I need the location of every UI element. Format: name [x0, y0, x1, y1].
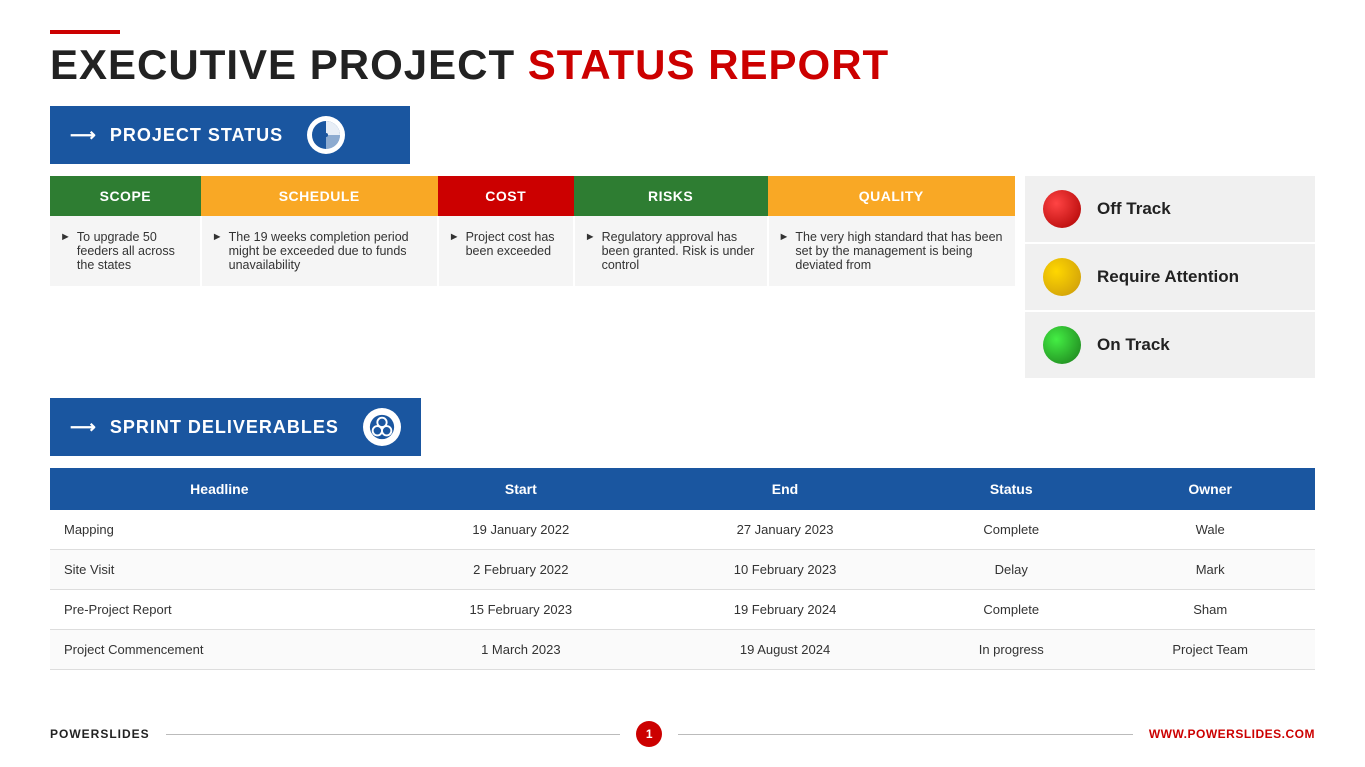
title-bar: EXECUTIVE PROJECT STATUS REPORT [50, 30, 1315, 88]
status-table-wrap: SCOPE SCHEDULE COST RISKS QUALITY ► [50, 176, 1015, 378]
page-title: EXECUTIVE PROJECT STATUS REPORT [50, 42, 1315, 88]
col-end: End [653, 468, 917, 510]
bullet-arrow-icon: ► [60, 231, 71, 243]
row2-status: Delay [917, 550, 1105, 590]
table-row: Project Commencement 1 March 2023 19 Aug… [50, 630, 1315, 670]
row2-owner: Mark [1105, 550, 1315, 590]
col-cost: COST [438, 176, 574, 216]
row2-headline: Site Visit [50, 550, 389, 590]
bullet-arrow-quality-icon: ► [779, 231, 790, 243]
row1-status: Complete [917, 510, 1105, 550]
footer-line-left [166, 734, 621, 735]
deliverables-table: Headline Start End Status Owner Mapping … [50, 468, 1315, 670]
row4-owner: Project Team [1105, 630, 1315, 670]
table-row: Pre-Project Report 15 February 2023 19 F… [50, 590, 1315, 630]
footer-page-number: 1 [636, 721, 662, 747]
scope-text: To upgrade 50 feeders all across the sta… [77, 230, 190, 272]
triforce-icon [363, 408, 401, 446]
legend-require-attention: Require Attention [1025, 244, 1315, 312]
cost-bullet: ► Project cost has been exceeded [449, 230, 563, 258]
row1-owner: Wale [1105, 510, 1315, 550]
deliverables-header-row: Headline Start End Status Owner [50, 468, 1315, 510]
risks-cell: ► Regulatory approval has been granted. … [574, 216, 768, 286]
schedule-bullet: ► The 19 weeks completion period might b… [212, 230, 427, 272]
schedule-text: The 19 weeks completion period might be … [229, 230, 427, 272]
row3-end: 19 February 2024 [653, 590, 917, 630]
table-row: Mapping 19 January 2022 27 January 2023 … [50, 510, 1315, 550]
col-quality: QUALITY [768, 176, 1016, 216]
schedule-cell: ► The 19 weeks completion period might b… [201, 216, 438, 286]
pie-svg [310, 119, 342, 151]
project-status-header: ⟶ PROJECT STATUS [50, 106, 410, 164]
footer-line-right [678, 734, 1133, 735]
row4-end: 19 August 2024 [653, 630, 917, 670]
col-start: Start [389, 468, 653, 510]
row4-headline: Project Commencement [50, 630, 389, 670]
sprint-deliverables-header: ⟶ SPRINT DELIVERABLES [50, 398, 421, 456]
col-owner: Owner [1105, 468, 1315, 510]
title-red: STATUS REPORT [528, 41, 889, 88]
col-schedule: SCHEDULE [201, 176, 438, 216]
require-attention-label: Require Attention [1097, 267, 1239, 287]
yellow-dot-icon [1043, 258, 1081, 296]
quality-bullet: ► The very high standard that has been s… [779, 230, 1006, 272]
arrow-icon: ⟶ [70, 125, 96, 146]
pie-chart-icon [307, 116, 345, 154]
title-black: EXECUTIVE PROJECT [50, 41, 528, 88]
row1-headline: Mapping [50, 510, 389, 550]
col-headline: Headline [50, 468, 389, 510]
bullet-arrow-cost-icon: ► [449, 231, 460, 243]
quality-cell: ► The very high standard that has been s… [768, 216, 1016, 286]
risks-text: Regulatory approval has been granted. Ri… [602, 230, 757, 272]
project-status-area: SCOPE SCHEDULE COST RISKS QUALITY ► [50, 176, 1315, 378]
project-status-title: PROJECT STATUS [110, 125, 283, 146]
red-dot-icon [1043, 190, 1081, 228]
page: EXECUTIVE PROJECT STATUS REPORT ⟶ PROJEC… [0, 0, 1365, 767]
row1-start: 19 January 2022 [389, 510, 653, 550]
row2-end: 10 February 2023 [653, 550, 917, 590]
col-status: Status [917, 468, 1105, 510]
row3-start: 15 February 2023 [389, 590, 653, 630]
risks-bullet: ► Regulatory approval has been granted. … [585, 230, 757, 272]
footer-brand: POWERSLIDES [50, 727, 150, 741]
row3-status: Complete [917, 590, 1105, 630]
status-header-row: SCOPE SCHEDULE COST RISKS QUALITY [50, 176, 1015, 216]
row4-status: In progress [917, 630, 1105, 670]
footer: POWERSLIDES 1 WWW.POWERSLIDES.COM [50, 715, 1315, 747]
sprint-deliverables-section: ⟶ SPRINT DELIVERABLES Headline Start End [50, 398, 1315, 703]
green-dot-icon [1043, 326, 1081, 364]
row1-end: 27 January 2023 [653, 510, 917, 550]
cost-cell: ► Project cost has been exceeded [438, 216, 574, 286]
col-scope: SCOPE [50, 176, 201, 216]
row4-start: 1 March 2023 [389, 630, 653, 670]
legend-on-track: On Track [1025, 312, 1315, 378]
legend-box: Off Track Require Attention On Track [1025, 176, 1315, 378]
quality-text: The very high standard that has been set… [795, 230, 1005, 272]
sprint-deliverables-title: SPRINT DELIVERABLES [110, 417, 339, 438]
row2-start: 2 February 2022 [389, 550, 653, 590]
status-table: SCOPE SCHEDULE COST RISKS QUALITY ► [50, 176, 1015, 286]
status-data-row: ► To upgrade 50 feeders all across the s… [50, 216, 1015, 286]
cost-text: Project cost has been exceeded [466, 230, 563, 258]
bullet-arrow-risks-icon: ► [585, 231, 596, 243]
off-track-label: Off Track [1097, 199, 1171, 219]
triforce-svg [368, 413, 396, 441]
table-row: Site Visit 2 February 2022 10 February 2… [50, 550, 1315, 590]
project-status-section: ⟶ PROJECT STATUS SCOPE SCHEDULE [50, 106, 1315, 378]
legend-off-track: Off Track [1025, 176, 1315, 244]
on-track-label: On Track [1097, 335, 1170, 355]
row3-owner: Sham [1105, 590, 1315, 630]
sprint-arrow-icon: ⟶ [70, 417, 96, 438]
red-accent-line [50, 30, 120, 34]
footer-url: WWW.POWERSLIDES.COM [1149, 727, 1315, 741]
row3-headline: Pre-Project Report [50, 590, 389, 630]
scope-bullet: ► To upgrade 50 feeders all across the s… [60, 230, 190, 272]
scope-cell: ► To upgrade 50 feeders all across the s… [50, 216, 201, 286]
bullet-arrow-schedule-icon: ► [212, 231, 223, 243]
col-risks: RISKS [574, 176, 768, 216]
